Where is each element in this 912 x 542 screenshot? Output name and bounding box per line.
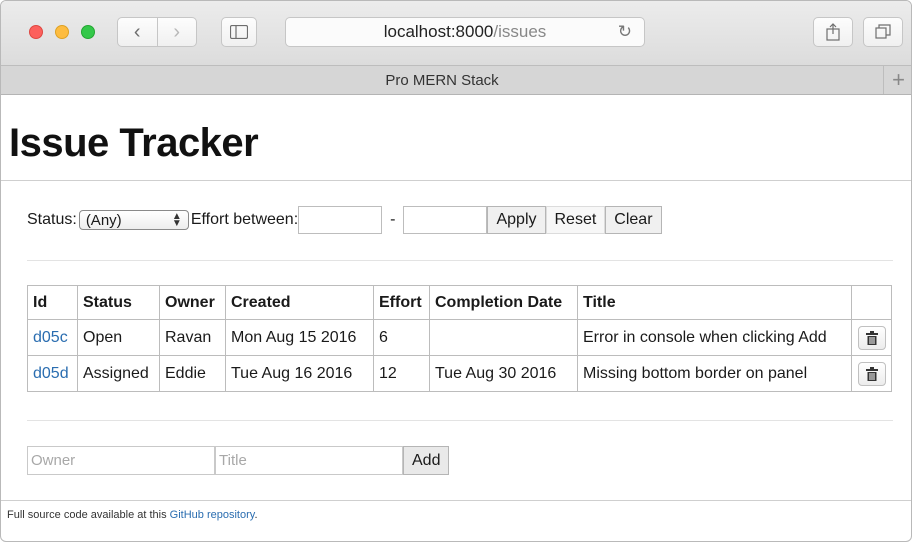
issue-status-cell: Open — [77, 319, 160, 356]
reload-icon[interactable]: ↻ — [618, 22, 632, 42]
header-title: Title — [577, 285, 852, 320]
minimize-window-button[interactable] — [55, 25, 69, 39]
issue-add-form: Owner Title Add — [27, 446, 450, 475]
issue-completion-cell — [429, 319, 578, 356]
new-tab-button[interactable]: + — [883, 66, 911, 94]
effort-max-input[interactable] — [403, 206, 488, 234]
add-button[interactable]: Add — [403, 446, 450, 475]
status-label: Status: — [27, 211, 77, 228]
browser-toolbar: ‹ › localhost:8000/issues ↻ — [1, 1, 911, 65]
zoom-window-button[interactable] — [81, 25, 95, 39]
browser-window: ‹ › localhost:8000/issues ↻ Pro MERN Sta… — [0, 0, 912, 542]
tabs-overview-button[interactable] — [863, 17, 903, 47]
issue-created-cell: Tue Aug 16 2016 — [225, 355, 374, 392]
effort-range-dash: - — [390, 211, 396, 228]
delete-issue-button[interactable] — [857, 325, 886, 350]
add-form-divider — [27, 420, 893, 421]
issue-actions-cell — [851, 355, 892, 392]
header-owner: Owner — [159, 285, 226, 320]
select-arrows-icon: ▲ ▼ — [171, 211, 182, 229]
back-icon[interactable]: ‹ — [118, 18, 157, 46]
status-select[interactable]: (Any) ▲ ▼ — [78, 210, 189, 230]
forward-icon[interactable]: › — [156, 18, 197, 46]
issue-status-cell: Assigned — [77, 355, 160, 392]
github-repository-link[interactable]: GitHub repository — [170, 509, 255, 521]
issue-filter: Status: (Any) ▲ ▼ Effort between: - Apply… — [27, 205, 662, 235]
trash-icon — [865, 330, 878, 345]
url-host: localhost:8000 — [383, 22, 494, 41]
issue-title-cell: Missing bottom border on panel — [577, 355, 852, 392]
address-bar[interactable]: localhost:8000/issues ↻ — [285, 17, 645, 47]
page-title: Issue Tracker — [9, 121, 259, 165]
clear-button[interactable]: Clear — [605, 206, 662, 234]
page-content: Issue Tracker Status: (Any) ▲ ▼ Effort be… — [1, 95, 911, 541]
issue-id-link[interactable]: d05d — [33, 365, 69, 382]
issue-completion-cell: Tue Aug 30 2016 — [429, 355, 578, 392]
url-path: /issues — [493, 22, 547, 41]
filter-divider — [27, 260, 893, 261]
issue-table: Id Status Owner Created Effort Completio… — [27, 285, 892, 392]
issue-effort-cell: 6 — [373, 319, 430, 356]
tab-bar: Pro MERN Stack + — [1, 65, 911, 95]
header-divider — [1, 180, 911, 181]
effort-min-input[interactable] — [298, 206, 383, 234]
title-input[interactable]: Title — [215, 446, 403, 475]
issue-id-cell: d05c — [27, 319, 78, 356]
effort-label: Effort between: — [190, 211, 299, 228]
header-created: Created — [225, 285, 374, 320]
delete-issue-button[interactable] — [857, 361, 886, 386]
footer-divider — [1, 500, 911, 501]
issue-id-cell: d05d — [27, 355, 78, 392]
issue-owner-cell: Ravan — [159, 319, 226, 356]
trash-icon — [865, 366, 878, 381]
issue-id-link[interactable]: d05c — [33, 329, 68, 346]
footer: Full source code available at this GitHu… — [7, 509, 258, 521]
issue-effort-cell: 12 — [373, 355, 430, 392]
header-completion-date: Completion Date — [429, 285, 578, 320]
header-status: Status — [77, 285, 160, 320]
table-header-row: Id Status Owner Created Effort Completio… — [27, 285, 892, 320]
sidebar-toggle-button[interactable] — [221, 17, 257, 47]
tab-pro-mern-stack[interactable]: Pro MERN Stack — [1, 66, 883, 94]
navigation-buttons: ‹ › — [117, 17, 197, 47]
tabs-icon — [875, 24, 891, 39]
header-effort: Effort — [373, 285, 430, 320]
issue-created-cell: Mon Aug 15 2016 — [225, 319, 374, 356]
sidebar-icon — [230, 25, 248, 39]
table-row: d05c Open Ravan Mon Aug 15 2016 6 Error … — [27, 319, 892, 356]
apply-button[interactable]: Apply — [487, 206, 546, 234]
footer-text: Full source code available at this — [7, 509, 170, 521]
issue-owner-cell: Eddie — [159, 355, 226, 392]
table-row: d05d Assigned Eddie Tue Aug 16 2016 12 T… — [27, 355, 892, 392]
footer-period: . — [254, 509, 258, 521]
status-select-value: (Any) — [85, 211, 122, 229]
issue-actions-cell — [851, 319, 892, 356]
share-icon — [826, 23, 840, 41]
header-id: Id — [27, 285, 78, 320]
share-button[interactable] — [813, 17, 853, 47]
owner-input[interactable]: Owner — [27, 446, 215, 475]
close-window-button[interactable] — [29, 25, 43, 39]
reset-button[interactable]: Reset — [545, 206, 606, 234]
header-actions — [851, 285, 892, 320]
issue-title-cell: Error in console when clicking Add — [577, 319, 852, 356]
